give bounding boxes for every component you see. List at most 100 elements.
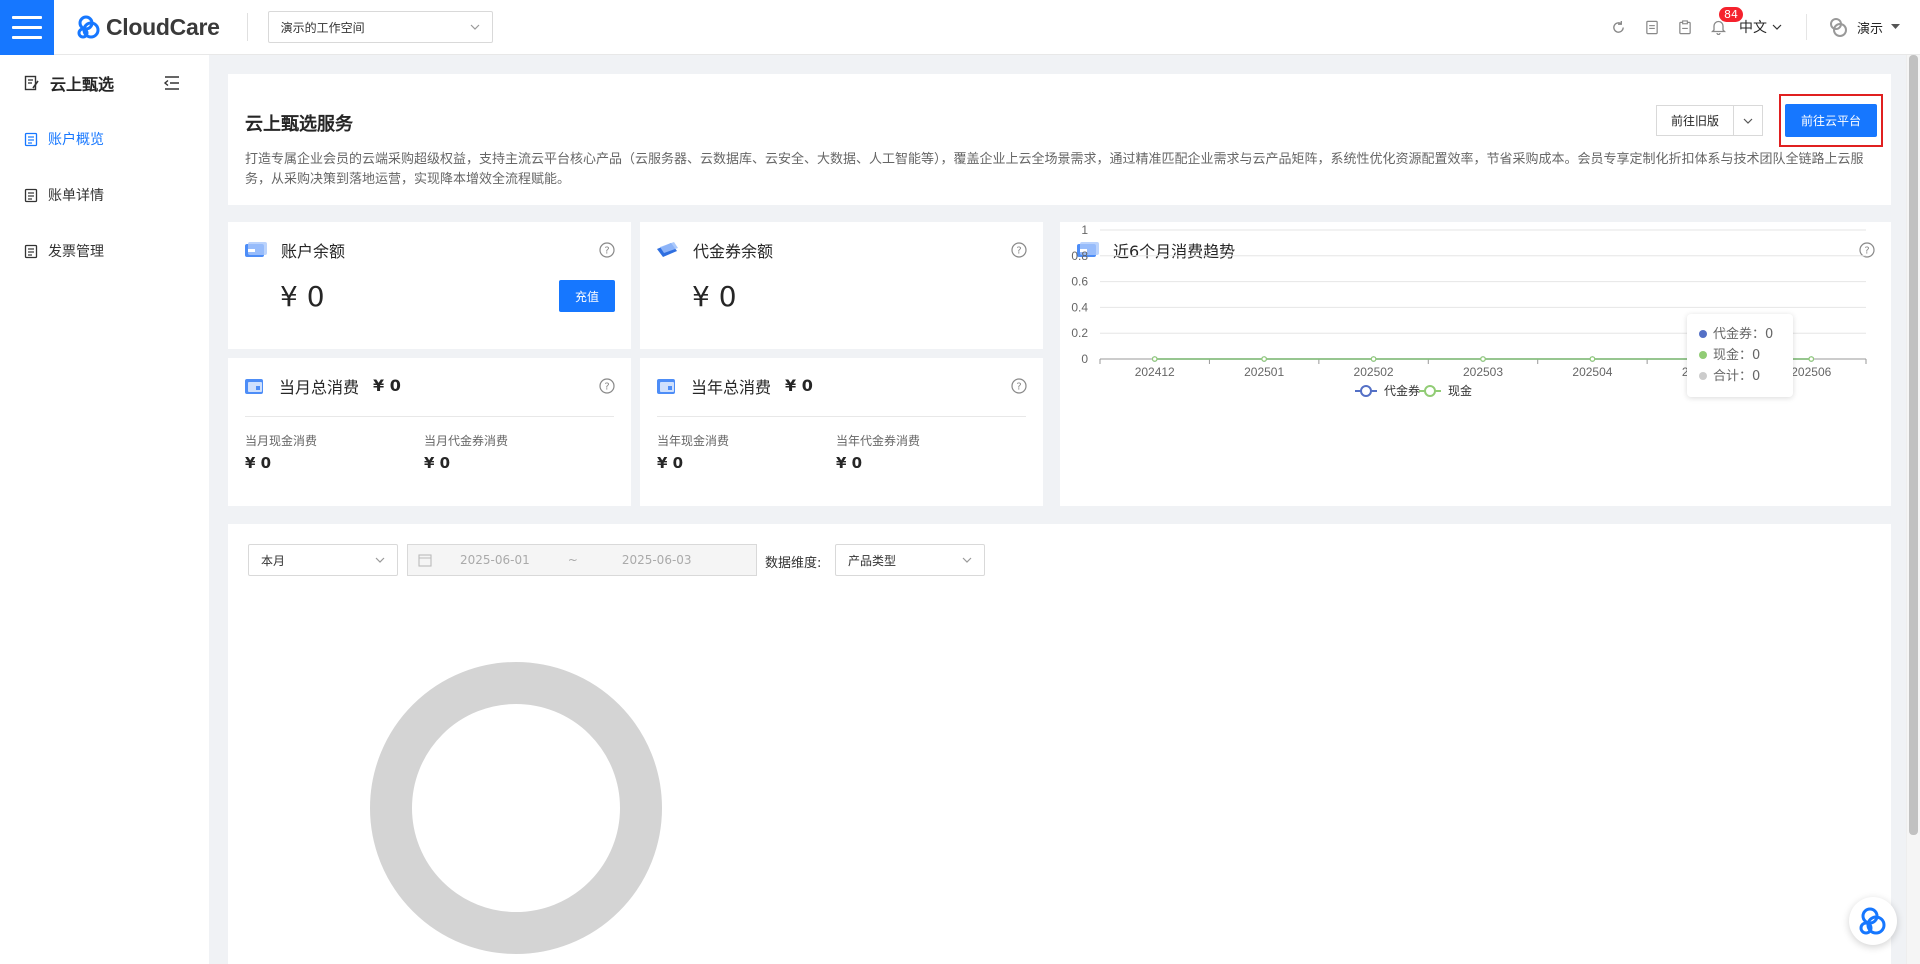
- divider: [245, 416, 614, 417]
- assistant-icon: [1859, 907, 1886, 935]
- tooltip-value: 0: [1752, 369, 1761, 384]
- chevron-down-icon: [375, 557, 385, 563]
- chevron-down-icon: [470, 24, 480, 30]
- collapse-menu-icon[interactable]: [163, 75, 181, 91]
- yearly-cash-value: ¥ 0: [657, 454, 684, 472]
- data-point: [1480, 356, 1486, 362]
- dimension-label: 数据维度:: [765, 556, 822, 571]
- divider: [1805, 14, 1807, 40]
- tooltip-value: 0: [1765, 327, 1774, 342]
- card-title: 代金券余额: [693, 241, 774, 261]
- legend-dot-icon: [1699, 330, 1707, 338]
- notification-badge: 84: [1718, 7, 1743, 22]
- svg-text:?: ?: [604, 246, 609, 257]
- chevron-down-icon: [1772, 24, 1782, 30]
- sidebar-item-bill-details[interactable]: 账单详情: [0, 167, 209, 223]
- legend-marker: [1360, 385, 1372, 397]
- data-point: [1151, 356, 1158, 362]
- old-version-dropdown[interactable]: [1734, 105, 1763, 136]
- brand-name: CloudCare: [106, 13, 220, 40]
- calendar-icon: [418, 554, 432, 567]
- x-tick-label: 202506: [1791, 365, 1831, 379]
- card-title: 当年总消费: [691, 377, 772, 397]
- chart-tooltip: 代金券：0 现金：0 合计：0: [1687, 314, 1793, 397]
- tooltip-label: 代金券：: [1713, 327, 1766, 342]
- user-avatar-icon: [1829, 18, 1847, 37]
- service-title: 云上甄选服务: [245, 114, 353, 135]
- card-title: 当月总消费: [279, 377, 360, 397]
- old-version-button[interactable]: 前往旧版: [1656, 105, 1734, 136]
- document-icon[interactable]: [1644, 19, 1660, 35]
- recharge-button[interactable]: 充值: [559, 280, 615, 312]
- end-date[interactable]: 2025-06-03: [622, 553, 692, 567]
- calendar-icon: [657, 378, 675, 394]
- clipboard-icon[interactable]: [1677, 19, 1693, 35]
- data-point: [1261, 356, 1267, 362]
- help-icon[interactable]: ?: [1011, 242, 1027, 258]
- date-range-picker[interactable]: 2025-06-01 ~ 2025-06-03: [407, 544, 757, 576]
- y-tick-label: 0.6: [1071, 275, 1088, 289]
- assistant-float-button[interactable]: [1849, 897, 1897, 945]
- tooltip-row: 合计：0: [1699, 366, 1781, 387]
- sidebar-item-account-overview[interactable]: 账户概览: [0, 111, 209, 167]
- service-description: 打造专属企业会员的云端采购超级权益，支持主流云平台核心产品（云服务器、云数据库、…: [245, 152, 1864, 187]
- help-icon[interactable]: ?: [599, 242, 615, 258]
- language-select[interactable]: 中文: [1739, 17, 1782, 37]
- logo[interactable]: CloudCare: [76, 0, 220, 55]
- tooltip-row: 代金券：0: [1699, 324, 1781, 345]
- y-tick-label: 0.4: [1071, 300, 1088, 314]
- divider: [657, 416, 1026, 417]
- user-menu[interactable]: 演示: [1827, 16, 1900, 38]
- voucher-balance-card: 代金券余额 ? ¥ 0: [640, 222, 1043, 349]
- yearly-consumption-card: 当年总消费 ¥ 0 ? 当年现金消费 ¥ 0 当年代金券消费 ¥ 0: [640, 358, 1043, 506]
- x-tick-label: 202504: [1572, 365, 1612, 379]
- user-name: 演示: [1856, 21, 1883, 37]
- highlight-box: 前往云平台: [1779, 94, 1883, 147]
- legend-dot-icon: [1699, 372, 1707, 380]
- y-tick-label: 0.2: [1071, 326, 1088, 340]
- workspace-select[interactable]: 演示的工作空间: [267, 11, 493, 43]
- legend-dot-icon: [1699, 351, 1707, 359]
- card-header: 代金券余额: [657, 222, 773, 277]
- legend-label: 代金券: [1384, 383, 1420, 398]
- sidebar-title: 云上甄选: [50, 75, 115, 94]
- account-balance-card: 账户余额 ? ¥ 0 充值: [228, 222, 631, 349]
- data-point: [1370, 356, 1377, 362]
- refresh-icon[interactable]: [1611, 19, 1627, 35]
- tooltip-value: 0: [1752, 348, 1761, 363]
- help-icon[interactable]: ?: [1011, 378, 1027, 394]
- cloud-platform-button[interactable]: 前往云平台: [1785, 104, 1877, 137]
- svg-text:?: ?: [1016, 246, 1021, 257]
- x-tick-label: 202501: [1244, 365, 1284, 379]
- dimension-select[interactable]: 产品类型: [835, 544, 985, 576]
- x-tick-label: 202503: [1463, 365, 1503, 379]
- monthly-voucher-value: ¥ 0: [424, 454, 451, 472]
- range-separator: ~: [567, 553, 578, 567]
- sidebar-item-invoice-management[interactable]: 发票管理: [0, 223, 209, 279]
- sidebar-item-label: 发票管理: [48, 244, 104, 260]
- scrollbar-thumb[interactable]: [1909, 55, 1918, 835]
- data-point: [1589, 356, 1596, 362]
- donut-chart: [370, 662, 662, 954]
- start-date[interactable]: 2025-06-01: [460, 553, 530, 567]
- bell-icon[interactable]: 84: [1711, 7, 1743, 35]
- chevron-down-icon: [1743, 118, 1753, 124]
- vertical-scrollbar[interactable]: [1906, 55, 1920, 964]
- monthly-total: ¥ 0: [373, 376, 401, 395]
- top-bar: CloudCare 演示的工作空间 84 中文 演示: [0, 0, 1920, 55]
- dimension-value: 产品类型: [848, 553, 897, 568]
- calendar-icon: [245, 378, 263, 394]
- edit-doc-icon: [24, 75, 39, 91]
- menu-icon[interactable]: [0, 0, 54, 55]
- card-header: 当年总消费 ¥ 0: [657, 358, 813, 413]
- old-version-button-group: 前往旧版: [1656, 105, 1763, 136]
- data-point: [1808, 356, 1815, 362]
- chevron-down-icon: [962, 557, 972, 563]
- service-card: 云上甄选服务 前往旧版 前往云平台 打造专属企业会员的云端采购超级权益，支持主流…: [228, 74, 1891, 205]
- wallet-icon: [245, 241, 267, 257]
- document-list-icon: [24, 132, 38, 146]
- cloudcare-logo-icon: [77, 15, 100, 39]
- period-select[interactable]: 本月: [248, 544, 398, 576]
- help-icon[interactable]: ?: [599, 378, 615, 394]
- document-list-icon: [24, 188, 38, 202]
